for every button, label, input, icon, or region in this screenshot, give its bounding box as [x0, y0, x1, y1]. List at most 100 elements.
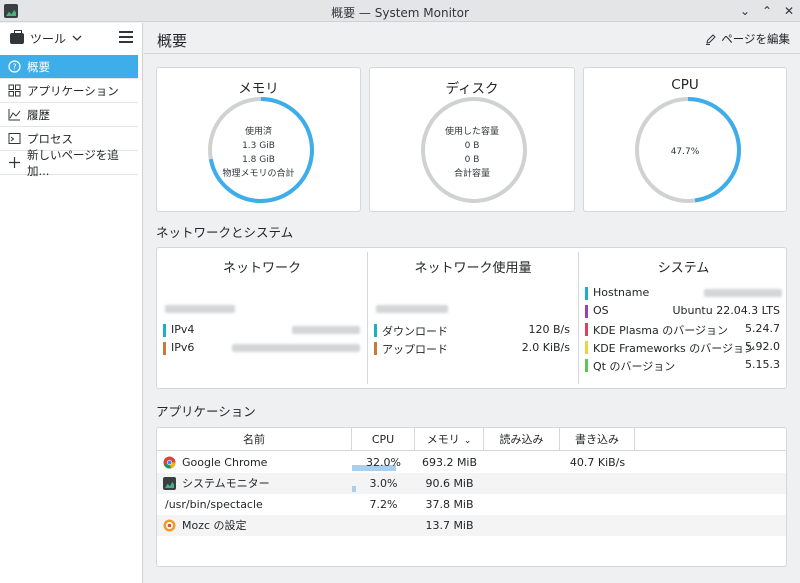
sidebar-item-add-page[interactable]: 新しいページを追加... — [0, 148, 138, 178]
sidebar-header: ツール — [0, 23, 143, 53]
network-usage-title: ネットワーク使用量 — [414, 261, 532, 276]
sidebar-item-label: プロセス — [27, 131, 73, 146]
os-value: Ubuntu 22.04.3 LTS — [672, 304, 780, 317]
edit-page-button[interactable]: ページを編集 — [705, 31, 790, 47]
disk-used-label: 使用した容量 — [444, 127, 499, 137]
maximize-button[interactable]: ⌃ — [758, 2, 776, 20]
system-title: システム — [657, 261, 710, 276]
table-row[interactable]: Google Chrome 32.0% 693.2 MiB 40.7 KiB/s — [157, 452, 786, 473]
cpu-card: CPU 47.7% — [583, 67, 787, 212]
column-header-cpu[interactable]: CPU — [352, 428, 415, 451]
app-write — [560, 473, 635, 494]
column-header-name[interactable]: 名前 — [157, 428, 352, 451]
memory-used-label: 使用済 — [244, 127, 272, 137]
table-row[interactable]: システムモニター 3.0% 90.6 MiB — [157, 473, 786, 494]
os-row: OS Ubuntu 22.04.3 LTS — [579, 303, 788, 319]
memory-card: メモリ 使用済 1.3 GiB 1.8 GiB 物理メモリの合計 — [156, 67, 361, 212]
column-header-memory-label: メモリ — [426, 433, 460, 446]
disk-card: ディスク 使用した容量 0 B 0 B 合計容量 — [369, 67, 575, 212]
memory-used-value: 1.3 GiB — [242, 141, 275, 151]
app-name: Google Chrome — [182, 456, 268, 469]
memory-title: メモリ — [238, 81, 279, 97]
tools-label: ツール — [30, 31, 67, 46]
window-title: 概要 — System Monitor — [331, 6, 469, 20]
mozc-icon — [163, 519, 176, 532]
ipv6-color-bar — [163, 342, 166, 355]
redacted-interface-name — [165, 305, 235, 313]
page-header: 概要 ページを編集 — [144, 23, 800, 54]
app-cpu — [352, 515, 415, 536]
app-write: 40.7 KiB/s — [569, 456, 626, 469]
redacted-ipv6-value — [232, 344, 360, 352]
redacted-hostname-value — [704, 289, 782, 297]
tools-menu-button[interactable]: ツール — [10, 29, 82, 46]
sidebar-item-label: アプリケーション — [27, 83, 119, 98]
frameworks-version-label: KDE Frameworks のバージョン — [593, 342, 756, 355]
column-header-memory[interactable]: メモリ ⌄ — [415, 428, 484, 451]
sidebar-item-applications[interactable]: アプリケーション — [0, 79, 138, 103]
hamburger-menu-icon[interactable] — [119, 31, 133, 43]
cpu-value: 47.7% — [670, 147, 700, 157]
main-content: 概要 ページを編集 メモリ 使用済 1.3 GiB 1.8 GiB 物理メモリの… — [144, 23, 800, 583]
plasma-version-value: 5.24.7 — [745, 322, 780, 335]
app-read — [484, 452, 560, 473]
app-cpu: 32.0% — [366, 456, 401, 469]
app-memory: 90.6 MiB — [425, 477, 474, 490]
qt-version-row: Qt のバージョン 5.15.3 — [579, 357, 788, 373]
redacted-ipv4-value — [292, 326, 360, 334]
plasma-color-bar — [585, 323, 588, 336]
app-name: Mozc の設定 — [182, 519, 247, 532]
minimize-button[interactable]: ⌄ — [736, 2, 754, 20]
chrome-icon — [163, 456, 176, 469]
disk-title: ディスク — [445, 81, 499, 97]
ipv4-label: IPv4 — [171, 323, 195, 336]
disk-total-value: 0 B — [464, 155, 480, 165]
qt-color-bar — [585, 359, 588, 372]
sidebar-item-overview[interactable]: ? 概要 — [0, 55, 138, 79]
upload-label: アップロード — [382, 343, 448, 356]
column-header-read[interactable]: 読み込み — [484, 428, 560, 451]
close-button[interactable]: ✕ — [780, 2, 798, 20]
applications-section-label: アプリケーション — [156, 404, 256, 419]
edit-page-label: ページを編集 — [721, 32, 790, 46]
sidebar-item-label: 新しいページを追加... — [27, 147, 119, 178]
terminal-icon — [8, 132, 21, 145]
applications-table: 名前 CPU メモリ ⌄ 読み込み 書き込み Google Chrome 32.0… — [156, 427, 787, 567]
redacted-interface-name — [376, 305, 448, 313]
network-system-section-label: ネットワークとシステム — [156, 225, 294, 240]
help-circle-icon: ? — [8, 60, 21, 73]
frameworks-version-value: 5.92.0 — [745, 340, 780, 353]
app-name: システムモニター — [182, 477, 270, 490]
window-titlebar: 概要 — System Monitor ⌄ ⌃ ✕ — [0, 0, 800, 22]
network-column: ネットワーク IPv4 IPv6 — [157, 248, 367, 388]
plasma-version-label: KDE Plasma のバージョン — [593, 324, 729, 337]
plasma-version-row: KDE Plasma のバージョン 5.24.7 — [579, 321, 788, 337]
sidebar-item-history[interactable]: 履歴 — [0, 103, 138, 127]
qt-version-value: 5.15.3 — [745, 358, 780, 371]
sidebar-item-label: 概要 — [27, 59, 50, 74]
chart-icon — [8, 108, 21, 121]
system-column: システム Hostname OS Ubuntu 22.04.3 LTS KDE … — [579, 248, 788, 388]
download-value: 120 B/s — [528, 323, 570, 336]
column-header-write[interactable]: 書き込み — [560, 428, 635, 451]
grid-icon — [8, 84, 21, 97]
ipv4-color-bar — [163, 324, 166, 337]
system-monitor-icon — [163, 477, 176, 490]
download-label: ダウンロード — [382, 325, 448, 338]
app-cpu: 7.2% — [369, 498, 398, 511]
sidebar: ツール ? 概要 アプリケーション 履歴 プロセス 新しいページを追加... — [0, 23, 143, 583]
os-label: OS — [593, 304, 609, 317]
app-write — [560, 515, 635, 536]
network-system-panel: ネットワーク IPv4 IPv6 ネットワーク使用量 ダウンロード 120 B/… — [156, 247, 787, 389]
upload-value: 2.0 KiB/s — [521, 341, 570, 354]
upload-color-bar — [374, 342, 377, 355]
table-row[interactable]: Mozc の設定 13.7 MiB — [157, 515, 786, 536]
frameworks-color-bar — [585, 341, 588, 354]
memory-total-label: 物理メモリの合計 — [222, 169, 295, 179]
sidebar-item-label: 履歴 — [27, 107, 50, 122]
app-name: /usr/bin/spectacle — [165, 498, 263, 511]
app-read — [484, 473, 560, 494]
hostname-label: Hostname — [593, 286, 650, 299]
table-row[interactable]: /usr/bin/spectacle 7.2% 37.8 MiB — [157, 494, 786, 515]
hostname-color-bar — [585, 287, 588, 300]
